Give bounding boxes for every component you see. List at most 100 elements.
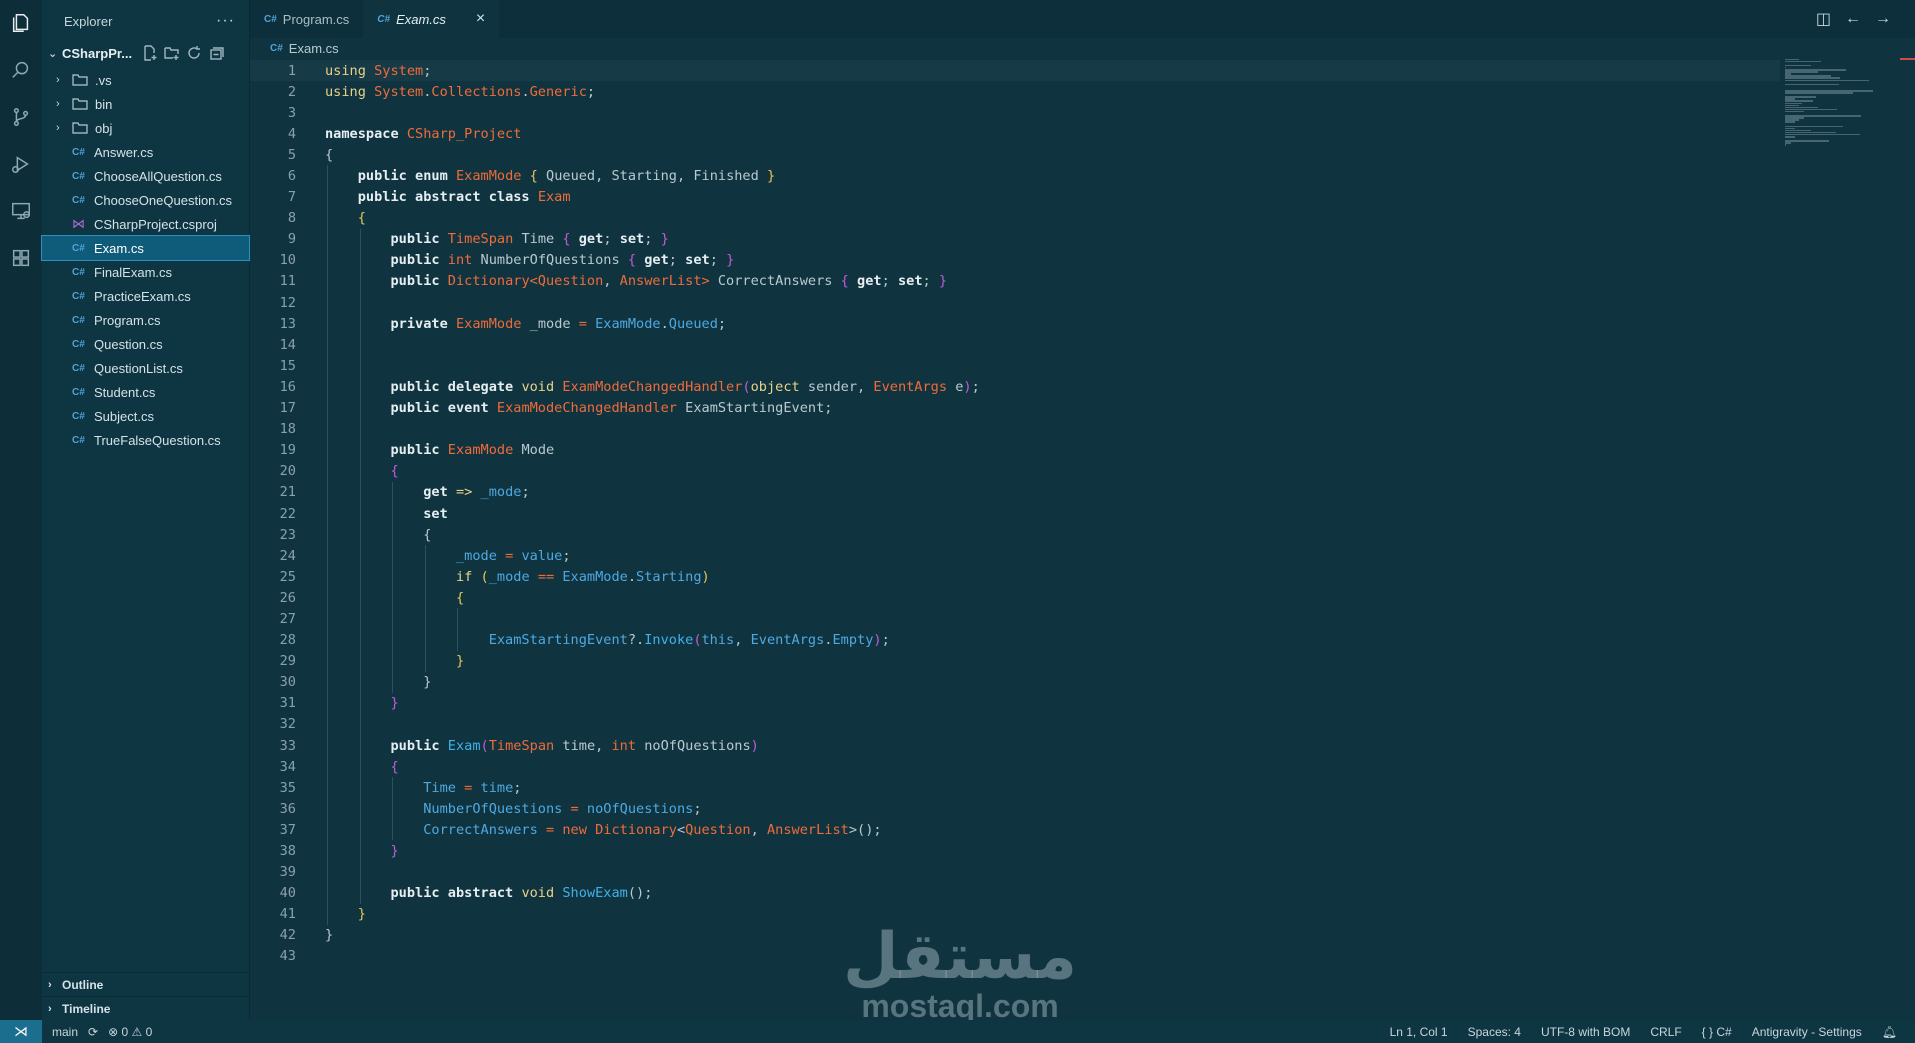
remote-indicator-icon[interactable]: ⋊	[0, 1020, 42, 1043]
outline-panel[interactable]: › Outline	[42, 972, 250, 996]
code-line[interactable]: 39	[250, 861, 1780, 883]
line-ending[interactable]: CRLF	[1650, 1025, 1681, 1039]
tree-folder[interactable]: › bin	[42, 92, 249, 116]
code-editor[interactable]: 1 using System; 2 using System.Collections.…	[250, 60, 1780, 965]
code-line[interactable]: 35 Time = time;	[250, 777, 1780, 799]
code-line[interactable]: 1 using System;	[250, 60, 1780, 81]
code-line[interactable]: 5{	[250, 144, 1780, 165]
tab-exam-cs[interactable]: C# Exam.cs ×	[363, 0, 500, 38]
code-line[interactable]: 34 {	[250, 756, 1780, 778]
sync-icon[interactable]: ⟳	[88, 1025, 98, 1039]
indent-guide	[327, 418, 328, 440]
code-line[interactable]: 10 public int NumberOfQuestions { get; s…	[250, 249, 1780, 271]
timeline-panel[interactable]: › Timeline	[42, 996, 250, 1020]
chevron-right-icon: ›	[56, 122, 60, 134]
tree-file[interactable]: C# Answer.cs	[42, 140, 249, 164]
line-number: 28	[279, 632, 296, 649]
tree-file[interactable]: C# Subject.cs	[42, 404, 249, 428]
code-line[interactable]: 8 {	[250, 207, 1780, 229]
minimap[interactable]	[1785, 58, 1885, 148]
tab-program-cs[interactable]: C# Program.cs	[250, 0, 363, 38]
code-line[interactable]: 19 public ExamMode Mode	[250, 439, 1780, 461]
code-line[interactable]: 29 }	[250, 650, 1780, 672]
code-line[interactable]: 11 public Dictionary<Question, AnswerLis…	[250, 270, 1780, 293]
code-line[interactable]: 23 {	[250, 524, 1780, 546]
remote-explorer-icon[interactable]	[8, 198, 34, 224]
branch-name[interactable]: main	[52, 1025, 78, 1039]
tree-file[interactable]: C# Question.cs	[42, 332, 249, 356]
line-number: 26	[279, 589, 296, 606]
search-icon[interactable]	[8, 57, 34, 83]
code-line[interactable]: 4 namespace CSharp_Project	[250, 123, 1780, 144]
code-line[interactable]: 15	[250, 355, 1780, 377]
new-file-icon[interactable]	[142, 45, 158, 61]
language-label: C#	[1716, 1024, 1732, 1039]
extensions-icon[interactable]	[8, 245, 34, 271]
indent-guide	[359, 418, 361, 440]
tree-file[interactable]: C# TrueFalseQuestion.cs	[42, 428, 249, 452]
csproj-icon: ⋈	[72, 216, 85, 231]
project-root[interactable]: ⌄ CSharpPr...	[42, 42, 249, 64]
code-line[interactable]: 13 private ExamMode _mode = ExamMode.Que…	[250, 313, 1780, 335]
code-line[interactable]: 7 public abstract class Exam	[250, 186, 1780, 208]
refresh-icon[interactable]	[186, 45, 202, 61]
code-line[interactable]: 14	[250, 334, 1780, 356]
source-control-icon[interactable]	[8, 104, 34, 130]
code-line[interactable]: 3	[250, 102, 1780, 123]
split-editor-icon[interactable]: ◫	[1816, 9, 1831, 29]
code-line[interactable]: 36 NumberOfQuestions = noOfQuestions;	[250, 798, 1780, 820]
tree-file[interactable]: C# Exam.cs	[41, 235, 250, 261]
new-folder-icon[interactable]	[164, 45, 180, 61]
language-mode[interactable]: { } C#	[1702, 1025, 1732, 1039]
more-actions-icon[interactable]: ···	[216, 12, 235, 30]
tree-file[interactable]: C# FinalExam.cs	[42, 260, 249, 284]
line-number: 19	[279, 442, 296, 459]
code-line[interactable]: 16 public delegate void ExamModeChangedH…	[250, 376, 1780, 398]
go-forward-icon[interactable]: →	[1875, 10, 1891, 28]
code-line[interactable]: 30 }	[250, 671, 1780, 693]
tree-file[interactable]: C# PracticeExam.cs	[42, 284, 249, 308]
code-line[interactable]: 38 }	[250, 840, 1780, 862]
code-line[interactable]: 21 get => _mode;	[250, 481, 1780, 503]
tree-file[interactable]: C# QuestionList.cs	[42, 356, 249, 380]
code-line[interactable]: 27	[250, 608, 1780, 630]
code-line[interactable]: 2 using System.Collections.Generic;	[250, 81, 1780, 102]
code-line[interactable]: 17 public event ExamModeChangedHandler E…	[250, 397, 1780, 419]
code-line[interactable]: 22 set	[250, 502, 1780, 525]
code-line[interactable]: 26 {	[250, 587, 1780, 609]
files-icon[interactable]	[8, 10, 34, 36]
code-line[interactable]: 25 if (_mode == ExamMode.Starting)	[250, 566, 1780, 588]
code-line[interactable]: 33 public Exam(TimeSpan time, int noOfQu…	[250, 735, 1780, 757]
close-icon[interactable]: ×	[476, 10, 485, 28]
code-line[interactable]: 28 ExamStartingEvent?.Invoke(this, Event…	[250, 629, 1780, 651]
tree-folder[interactable]: › .vs	[42, 68, 249, 92]
go-back-icon[interactable]: ←	[1845, 10, 1861, 28]
tree-file[interactable]: C# Program.cs	[42, 308, 249, 332]
run-debug-icon[interactable]	[8, 151, 34, 177]
code-line[interactable]: 12	[250, 292, 1780, 314]
code-line[interactable]: 32	[250, 713, 1780, 735]
code-line[interactable]: 18	[250, 418, 1780, 440]
code-line[interactable]: 6 public enum ExamMode { Queued, Startin…	[250, 165, 1780, 187]
code-line[interactable]: 40 public abstract void ShowExam();	[250, 882, 1780, 904]
encoding[interactable]: UTF-8 with BOM	[1541, 1025, 1630, 1039]
tree-file[interactable]: C# Student.cs	[42, 380, 249, 404]
indent-guide	[327, 608, 328, 630]
indent-guide	[327, 819, 328, 841]
errors-indicator[interactable]: ⊗ 0 ⚠ 0	[108, 1025, 152, 1039]
code-line[interactable]: 31 }	[250, 692, 1780, 714]
notifications-icon[interactable]: 🔔︎	[1882, 1025, 1897, 1039]
code-line[interactable]: 37 CorrectAnswers = new Dictionary<Quest…	[250, 819, 1780, 841]
breadcrumb-file[interactable]: Exam.cs	[289, 41, 339, 56]
tree-file[interactable]: C# ChooseOneQuestion.cs	[42, 188, 249, 212]
settings-profile[interactable]: Antigravity - Settings	[1752, 1025, 1862, 1039]
tree-folder[interactable]: › obj	[42, 116, 249, 140]
tree-file[interactable]: ⋈ CSharpProject.csproj	[42, 212, 249, 236]
code-line[interactable]: 20 {	[250, 460, 1780, 482]
code-line[interactable]: 9 public TimeSpan Time { get; set; }	[250, 228, 1780, 250]
cursor-position[interactable]: Ln 1, Col 1	[1390, 1025, 1448, 1039]
code-line[interactable]: 24 _mode = value;	[250, 545, 1780, 567]
indentation[interactable]: Spaces: 4	[1468, 1025, 1521, 1039]
tree-file[interactable]: C# ChooseAllQuestion.cs	[42, 164, 249, 188]
collapse-all-icon[interactable]	[208, 45, 224, 61]
